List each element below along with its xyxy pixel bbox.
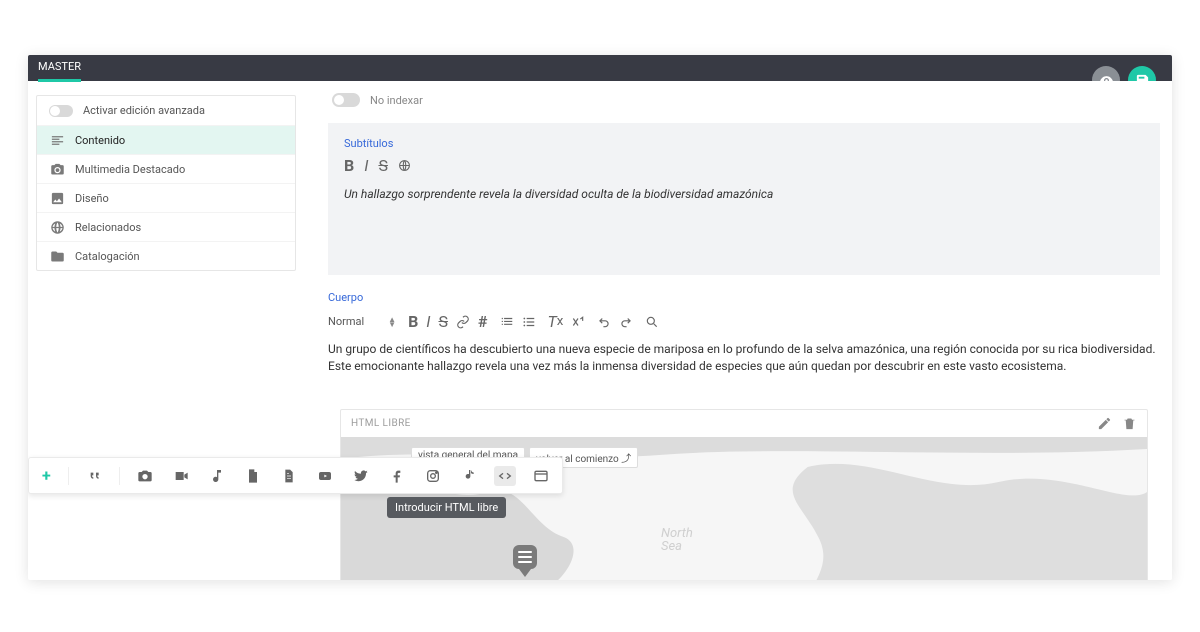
bold-button[interactable]: B	[408, 312, 418, 331]
body-label: Cuerpo	[328, 291, 1160, 304]
sidebar: Activar edición avanzada Contenido Multi…	[28, 81, 316, 580]
twitter-button[interactable]	[350, 466, 372, 486]
search-button[interactable]	[645, 315, 659, 329]
switch-off-icon	[49, 105, 73, 117]
toggle-label: Activar edición avanzada	[83, 104, 205, 117]
subtitle-text[interactable]: Un hallazgo sorprendente revela la diver…	[344, 187, 1144, 201]
italic-button[interactable]: I	[426, 312, 430, 331]
subtitles-block: Subtítulos B I S Un hallazgo sorprendent…	[328, 123, 1160, 275]
sidebar-item-catalogacion[interactable]: Catalogación	[37, 242, 295, 270]
body-text[interactable]: Un grupo de científicos ha descubierto u…	[328, 341, 1160, 375]
strike-button[interactable]: S	[439, 312, 449, 331]
iframe-button[interactable]	[530, 466, 552, 486]
topbar: MASTER	[28, 55, 1172, 81]
tab-master[interactable]: MASTER	[38, 60, 81, 77]
advanced-edit-toggle[interactable]: Activar edición avanzada	[37, 96, 295, 126]
noindex-label: No indexar	[370, 94, 423, 107]
trash-icon[interactable]	[1122, 416, 1137, 431]
redo-button[interactable]	[619, 315, 633, 329]
strike-button[interactable]: S	[378, 156, 388, 175]
sidebar-label: Catalogación	[75, 250, 140, 263]
insert-toolbar: +	[316, 457, 563, 494]
sidebar-label: Diseño	[75, 192, 109, 205]
align-left-icon	[49, 132, 65, 148]
undo-button[interactable]	[597, 315, 611, 329]
clear-format-button[interactable]: Tx	[548, 312, 564, 331]
app-window: MASTER Activar edición avanzada Contenid…	[28, 55, 1172, 580]
camera-icon	[49, 161, 65, 177]
globe-button[interactable]	[398, 156, 411, 175]
noindex-toggle[interactable]: No indexar	[316, 81, 1172, 119]
instagram-button[interactable]	[422, 466, 444, 486]
tooltip: Introducir HTML libre	[387, 497, 506, 518]
content-area: No indexar Subtítulos B I S Un hallazgo …	[316, 81, 1172, 580]
bold-button[interactable]: B	[344, 156, 354, 175]
sidebar-item-relacionados[interactable]: Relacionados	[37, 213, 295, 242]
youtube-button[interactable]	[316, 466, 336, 486]
sidebar-label: Multimedia Destacado	[75, 163, 185, 176]
hash-button[interactable]: #	[478, 312, 487, 331]
sidebar-label: Contenido	[75, 134, 125, 147]
italic-button[interactable]: I	[364, 156, 368, 175]
switch-off-icon	[332, 93, 360, 107]
edit-icon[interactable]	[1097, 416, 1112, 431]
sidebar-label: Relacionados	[75, 221, 141, 234]
list-ordered-button[interactable]	[500, 315, 514, 329]
sidebar-item-multimedia[interactable]: Multimedia Destacado	[37, 155, 295, 184]
superscript-button[interactable]	[571, 315, 585, 329]
facebook-button[interactable]	[386, 466, 408, 486]
list-unordered-button[interactable]	[522, 315, 536, 329]
subtitles-label: Subtítulos	[344, 137, 1144, 150]
html-embed-button[interactable]	[494, 466, 516, 486]
link-button[interactable]	[456, 315, 470, 329]
image-icon	[49, 190, 65, 206]
format-select[interactable]: Normal▲▼	[328, 315, 396, 328]
sidebar-item-contenido[interactable]: Contenido	[37, 126, 295, 155]
map-pin-icon[interactable]	[513, 545, 537, 575]
sea-label: NorthSea	[661, 527, 693, 553]
tiktok-button[interactable]	[458, 466, 480, 486]
body-block: Cuerpo Normal▲▼ B I S #	[328, 291, 1160, 580]
html-embed-block: HTML LIBRE NorthSea vista gen	[340, 409, 1148, 580]
globe-icon	[49, 219, 65, 235]
sidebar-item-diseno[interactable]: Diseño	[37, 184, 295, 213]
html-block-title: HTML LIBRE	[351, 418, 411, 429]
folder-icon	[49, 248, 65, 264]
